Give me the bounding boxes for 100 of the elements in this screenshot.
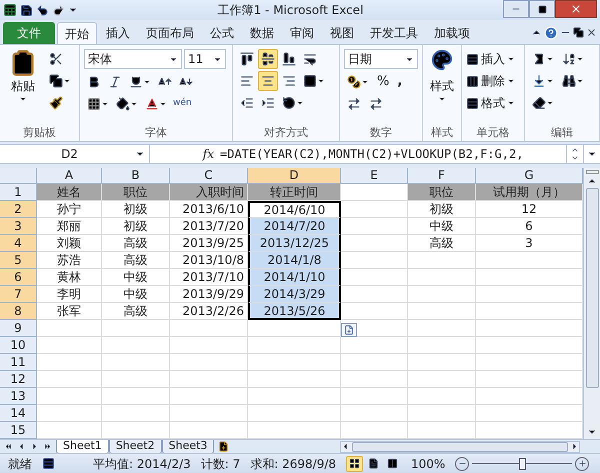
sheet-tab[interactable]: Sheet3 — [162, 440, 214, 454]
close-icon[interactable] — [586, 27, 597, 38]
last-sheet-icon[interactable] — [43, 442, 52, 451]
insert-sheet-icon[interactable] — [218, 441, 230, 452]
font-name-field[interactable]: 宋体 — [84, 49, 182, 69]
table-cell: 2014/1/8 — [248, 252, 341, 269]
percent-button[interactable]: % — [374, 72, 392, 92]
first-sheet-icon[interactable] — [4, 442, 13, 451]
column-header[interactable]: A — [37, 168, 102, 184]
cells-menu-button[interactable]: 格式 — [466, 93, 520, 113]
ribbon-tab[interactable]: 公式 — [203, 22, 241, 44]
table-cell: 6 — [476, 218, 583, 235]
sheet-tab[interactable]: Sheet2 — [108, 440, 162, 454]
ribbon-tab[interactable]: 开发工具 — [363, 22, 425, 44]
table-cell — [102, 422, 170, 439]
window-title: 工作簿1 - Microsoft Excel — [216, 2, 364, 19]
group-label: 编辑 — [550, 125, 574, 141]
ribbon-tab[interactable]: 开始 — [57, 22, 97, 44]
column-header[interactable]: E — [341, 168, 408, 184]
name-box[interactable]: D2 — [0, 145, 150, 163]
column-header[interactable]: D — [248, 168, 341, 184]
row-header[interactable]: 4 — [0, 235, 37, 252]
column-header[interactable]: F — [408, 168, 476, 184]
text-align-icon — [240, 74, 254, 88]
row-header[interactable]: 10 — [0, 337, 37, 354]
vertical-align-button[interactable] — [258, 49, 278, 69]
save-icon[interactable] — [20, 4, 33, 16]
paste-options-icon[interactable] — [341, 323, 357, 337]
ribbon-tab[interactable]: 加载项 — [427, 22, 477, 44]
row-header[interactable]: 13 — [0, 388, 37, 405]
sheet-tab[interactable]: Sheet1 — [56, 440, 109, 454]
vertical-align-icon — [261, 52, 275, 66]
column-header[interactable]: B — [102, 168, 170, 184]
zoom-in-button[interactable] — [575, 456, 590, 470]
macro-record-icon[interactable] — [42, 457, 55, 470]
ribbon-tab[interactable]: 视图 — [323, 22, 361, 44]
zoom-slider-thumb[interactable] — [519, 458, 526, 470]
paste-button[interactable]: 粘贴 — [4, 49, 42, 113]
ribbon-tab[interactable]: 插入 — [99, 22, 137, 44]
table-cell — [37, 337, 102, 354]
view-button[interactable] — [346, 456, 364, 472]
row-header[interactable]: 9 — [0, 320, 37, 337]
row-header[interactable]: 15 — [0, 422, 37, 439]
row-header[interactable]: 6 — [0, 269, 37, 286]
column-header[interactable]: C — [170, 168, 248, 184]
restore-icon[interactable] — [573, 27, 584, 38]
previous-sheet-icon[interactable] — [17, 442, 26, 451]
phonetic-button[interactable]: wén — [171, 97, 194, 111]
row-header[interactable]: 1 — [0, 184, 37, 201]
horizontal-align-button[interactable] — [258, 71, 278, 91]
column-header[interactable]: G — [476, 168, 583, 184]
undo-icon[interactable] — [36, 4, 49, 16]
row-header[interactable]: 14 — [0, 405, 37, 422]
split-handle[interactable] — [586, 170, 598, 174]
redo-icon[interactable] — [52, 4, 65, 16]
formula-field[interactable]: =DATE(YEAR(C2),MONTH(C2)+VLOOKUP(B2,F:G,2, — [220, 145, 566, 163]
table-cell — [408, 320, 476, 337]
close-button[interactable] — [555, 0, 597, 18]
status-text: 就绪 — [8, 456, 32, 472]
ribbon-tab[interactable]: 数据 — [243, 22, 281, 44]
scrollbar-thumb[interactable] — [352, 442, 568, 452]
scrollbar-thumb[interactable] — [586, 188, 598, 388]
table-cell: 2014/3/29 — [248, 286, 341, 303]
styles-button[interactable]: 样式 — [427, 49, 457, 103]
group-label: 字体 — [144, 125, 168, 141]
cells-menu-button[interactable]: 插入 — [466, 49, 520, 69]
row-header[interactable]: 11 — [0, 354, 37, 371]
comma-button[interactable]: , — [394, 72, 406, 92]
table-cell — [341, 422, 408, 439]
next-sheet-icon[interactable] — [30, 442, 39, 451]
caret-icon — [361, 78, 369, 86]
row-header[interactable]: 12 — [0, 371, 37, 388]
number-format-field[interactable]: 日期 — [344, 49, 418, 69]
table-cell — [341, 252, 408, 269]
row-header[interactable]: 3 — [0, 218, 37, 235]
horizontal-scrollbar[interactable] — [340, 440, 580, 452]
view-icon — [368, 458, 380, 469]
file-tab[interactable]: 文件 — [3, 22, 55, 44]
table-cell — [37, 388, 102, 405]
rotate-icon — [282, 96, 296, 110]
scroll-right-icon[interactable] — [570, 442, 579, 451]
help-icon[interactable] — [544, 26, 558, 40]
zoom-slider[interactable] — [472, 458, 572, 470]
caret-icon — [159, 100, 167, 108]
row-header[interactable]: 7 — [0, 286, 37, 303]
maximize-button[interactable] — [529, 0, 555, 18]
group-label: 数字 — [369, 125, 393, 141]
vertical-scrollbar[interactable] — [583, 168, 600, 439]
table-cell — [341, 184, 408, 201]
scroll-left-icon[interactable] — [341, 442, 350, 451]
ribbon-tab[interactable]: 审阅 — [283, 22, 321, 44]
zoom-out-button[interactable] — [455, 456, 470, 470]
table-icon — [466, 74, 479, 88]
row-header[interactable]: 2 — [0, 201, 37, 218]
row-header[interactable]: 8 — [0, 303, 37, 320]
ribbon-tab[interactable]: 页面布局 — [139, 22, 201, 44]
font-size-field[interactable]: 11 — [184, 49, 226, 69]
cells-menu-button[interactable]: 删除 — [466, 71, 520, 91]
insert-function-button[interactable]: fx — [150, 145, 220, 163]
row-header[interactable]: 5 — [0, 252, 37, 269]
